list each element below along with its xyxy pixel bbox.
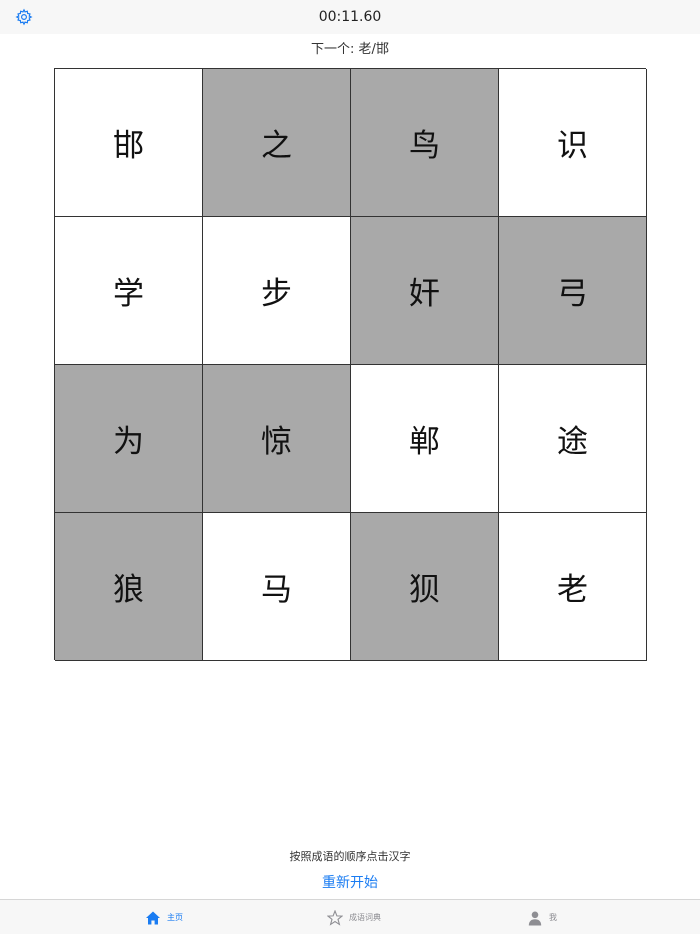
grid-cell[interactable]: 邯: [55, 69, 203, 217]
grid-cell[interactable]: 弓: [499, 217, 647, 365]
grid-cell[interactable]: 学: [55, 217, 203, 365]
grid-cell-char: 弓: [557, 276, 588, 312]
grid-cell-char: 为: [113, 424, 144, 460]
grid-cell[interactable]: 马: [203, 513, 351, 661]
home-icon: [146, 911, 160, 924]
grid-cell-char: 之: [261, 128, 292, 164]
tab-dictionary-label: 成语词典: [349, 913, 381, 922]
grid-cell-char: 惊: [261, 424, 292, 460]
grid-cell-char: 识: [557, 128, 588, 164]
tab-dictionary[interactable]: 成语词典: [327, 900, 381, 935]
grid-cell-char: 途: [557, 424, 588, 460]
next-hint: 下一个: 老/邯: [311, 42, 389, 57]
grid-cell[interactable]: 鸟: [351, 69, 499, 217]
grid-cell-char: 马: [261, 572, 292, 608]
grid-cell-char: 老: [557, 572, 588, 608]
grid-cell[interactable]: 狈: [351, 513, 499, 661]
grid-cell[interactable]: 步: [203, 217, 351, 365]
restart-button[interactable]: 重新开始: [300, 872, 400, 894]
tab-home-label: 主页: [167, 913, 183, 922]
nav-bar: 00:11.60: [0, 0, 700, 34]
tab-me-label: 我: [549, 913, 557, 922]
grid-cell-char: 学: [113, 276, 144, 312]
tab-bar: 主页 成语词典 我: [0, 899, 700, 934]
grid-cell[interactable]: 郸: [351, 365, 499, 513]
grid-cell[interactable]: 奸: [351, 217, 499, 365]
tab-home[interactable]: 主页: [145, 900, 183, 935]
grid-cell-char: 步: [261, 276, 292, 312]
grid-cell[interactable]: 识: [499, 69, 647, 217]
grid-cell[interactable]: 老: [499, 513, 647, 661]
grid-cell[interactable]: 途: [499, 365, 647, 513]
grid-cell[interactable]: 之: [203, 69, 351, 217]
grid-cell[interactable]: 为: [55, 365, 203, 513]
tab-me[interactable]: 我: [527, 900, 557, 935]
timer-display: 00:11.60: [318, 9, 382, 25]
person-icon: [528, 911, 542, 925]
grid-cell-char: 邯: [113, 128, 144, 164]
grid-cell-char: 奸: [409, 276, 440, 312]
character-grid: 邯 之 鸟 识学 步 奸 弓为 惊 郸 途狼 马 狈 老: [54, 68, 647, 661]
grid-cell-char: 狼: [113, 572, 144, 608]
grid-cell[interactable]: 狼: [55, 513, 203, 661]
grid-cell[interactable]: 惊: [203, 365, 351, 513]
grid-cell-char: 鸟: [409, 128, 440, 164]
grid-cell-char: 狈: [409, 572, 440, 608]
star-icon: [327, 909, 343, 926]
instruction-text: 按照成语的顺序点击汉字: [289, 850, 411, 863]
grid-cell-char: 郸: [409, 424, 440, 460]
